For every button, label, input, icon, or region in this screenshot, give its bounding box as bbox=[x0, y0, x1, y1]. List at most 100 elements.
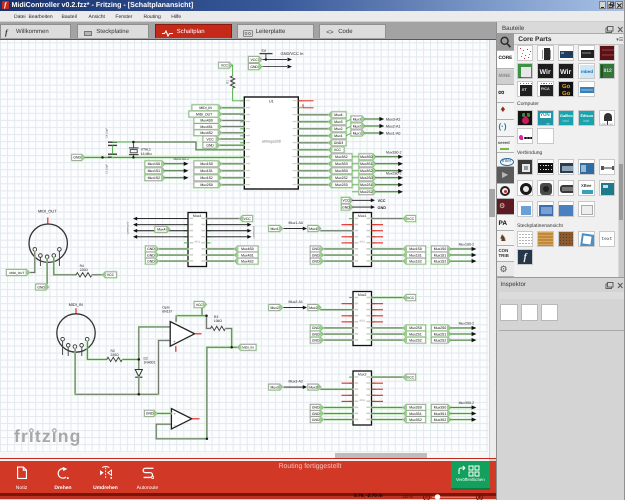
svg-text:Mux1S1: Mux1S1 bbox=[434, 253, 447, 257]
svg-text:Mux1: Mux1 bbox=[309, 227, 317, 231]
svg-text:VCC: VCC bbox=[407, 217, 415, 221]
svg-text:−: − bbox=[174, 424, 176, 428]
svg-text:Mux1S0: Mux1S0 bbox=[148, 162, 161, 166]
svg-text:Mux3-A2: Mux3-A2 bbox=[289, 380, 303, 384]
svg-text:Mux2: Mux2 bbox=[358, 293, 367, 297]
svg-text:GND: GND bbox=[73, 156, 81, 160]
svg-text:MIDI_IN: MIDI_IN bbox=[199, 106, 212, 110]
svg-text:Mux3S0: Mux3S0 bbox=[335, 169, 348, 173]
svg-text:Mux3S0-2: Mux3S0-2 bbox=[386, 150, 402, 154]
svg-text:C1 22pF: C1 22pF bbox=[105, 164, 108, 174]
svg-text:GND: GND bbox=[147, 247, 155, 251]
svg-text:Mux2: Mux2 bbox=[353, 124, 361, 128]
svg-text:Mux3S1: Mux3S1 bbox=[434, 412, 447, 416]
svg-text:GND: GND bbox=[312, 259, 320, 263]
svg-text:Mux2S2: Mux2S2 bbox=[409, 338, 422, 342]
svg-text:VCC: VCC bbox=[407, 296, 415, 300]
svg-text:4051: 4051 bbox=[359, 320, 365, 323]
svg-text:Mux3S2: Mux3S2 bbox=[434, 418, 447, 422]
svg-text:VCC: VCC bbox=[196, 303, 204, 307]
svg-text:Mux1S0-2: Mux1S0-2 bbox=[459, 242, 475, 246]
svg-text:Mux3S0-2: Mux3S0-2 bbox=[459, 401, 475, 405]
svg-text:GND: GND bbox=[312, 338, 320, 342]
svg-text:VCC: VCC bbox=[251, 58, 259, 62]
svg-text:MIDI_OUT: MIDI_OUT bbox=[38, 209, 57, 214]
svg-text:Mux4: Mux4 bbox=[334, 113, 342, 117]
svg-text:Mux3S0: Mux3S0 bbox=[360, 155, 373, 159]
svg-text:Mux4S1: Mux4S1 bbox=[241, 253, 254, 257]
svg-text:Mux1S1: Mux1S1 bbox=[200, 169, 213, 173]
svg-text:GND: GND bbox=[37, 285, 45, 289]
svg-text:Mux2S1: Mux2S1 bbox=[360, 183, 373, 187]
svg-text:GND: GND bbox=[312, 406, 320, 410]
svg-text:atmega328: atmega328 bbox=[262, 140, 281, 144]
svg-text:Mux1S1: Mux1S1 bbox=[148, 169, 161, 173]
svg-text:GND: GND bbox=[312, 418, 320, 422]
svg-text:GND/VCC In: GND/VCC In bbox=[281, 51, 304, 56]
svg-text:U1: U1 bbox=[269, 100, 274, 104]
svg-text:GND: GND bbox=[378, 206, 387, 210]
svg-text:GND: GND bbox=[146, 412, 154, 416]
svg-text:Mux1-A0: Mux1-A0 bbox=[289, 221, 303, 225]
svg-text:GND: GND bbox=[312, 332, 320, 336]
svg-text:Mux2S2: Mux2S2 bbox=[434, 338, 447, 342]
svg-text:Mux2S0: Mux2S0 bbox=[200, 183, 213, 187]
svg-text:connector2: connector2 bbox=[127, 221, 130, 234]
svg-text:R1: R1 bbox=[226, 80, 230, 84]
svg-text:Mux3: Mux3 bbox=[334, 120, 342, 124]
svg-text:Mux1S1: Mux1S1 bbox=[409, 253, 422, 257]
svg-text:Mux2S1: Mux2S1 bbox=[434, 332, 447, 336]
svg-text:Mux4S2: Mux4S2 bbox=[241, 259, 254, 263]
svg-text:Mux3S3: Mux3S3 bbox=[335, 162, 348, 166]
svg-text:Mux2S3: Mux2S3 bbox=[335, 183, 348, 187]
svg-text:VCC: VCC bbox=[221, 63, 229, 67]
svg-text:GND: GND bbox=[206, 143, 214, 147]
svg-text:Mux4S0: Mux4S0 bbox=[200, 119, 213, 123]
svg-text:Mux1S0: Mux1S0 bbox=[434, 247, 447, 251]
svg-text:MIDI_IN: MIDI_IN bbox=[69, 302, 83, 307]
svg-text:6N137: 6N137 bbox=[162, 310, 172, 314]
svg-text:Mux2S0: Mux2S0 bbox=[360, 176, 373, 180]
svg-text:+: + bbox=[174, 412, 176, 416]
svg-text:Mux2-A1: Mux2-A1 bbox=[386, 124, 400, 128]
svg-text:Mux1S2: Mux1S2 bbox=[409, 259, 422, 263]
svg-text:Mux4S2: Mux4S2 bbox=[200, 131, 213, 135]
svg-text:Mux2: Mux2 bbox=[309, 306, 317, 310]
svg-text:Mux3S1: Mux3S1 bbox=[409, 412, 422, 416]
svg-text:220Ω: 220Ω bbox=[80, 268, 89, 272]
svg-text:Mux3: Mux3 bbox=[358, 372, 367, 376]
svg-text:MIDI_OUT: MIDI_OUT bbox=[9, 271, 24, 275]
svg-text:Mux1S2: Mux1S2 bbox=[148, 176, 161, 180]
svg-text:VCC: VCC bbox=[334, 148, 342, 152]
svg-text:GND: GND bbox=[312, 253, 320, 257]
svg-text:Mux4: Mux4 bbox=[157, 228, 165, 232]
svg-text:10kΩ: 10kΩ bbox=[214, 319, 222, 323]
svg-text:Mux3: Mux3 bbox=[309, 385, 317, 389]
svg-text:Mux3S2: Mux3S2 bbox=[409, 418, 422, 422]
svg-text:1N4001: 1N4001 bbox=[144, 361, 156, 365]
svg-text:GND: GND bbox=[147, 253, 155, 257]
svg-text:GND: GND bbox=[312, 247, 320, 251]
svg-text:220Ω: 220Ω bbox=[111, 353, 120, 357]
svg-text:VCC: VCC bbox=[378, 199, 386, 203]
svg-text:Mux4: Mux4 bbox=[193, 214, 202, 218]
svg-text:VCC: VCC bbox=[407, 375, 415, 379]
svg-text:Mux2: Mux2 bbox=[334, 127, 342, 131]
svg-text:GND3: GND3 bbox=[334, 141, 344, 145]
svg-text:Mux2S1: Mux2S1 bbox=[409, 332, 422, 336]
svg-text:Mux3S0: Mux3S0 bbox=[434, 406, 447, 410]
svg-text:Mux3S0: Mux3S0 bbox=[409, 406, 422, 410]
svg-text:Mux2S2: Mux2S2 bbox=[335, 176, 348, 180]
svg-text:Mux3: Mux3 bbox=[353, 117, 361, 121]
svg-text:Mux2: Mux2 bbox=[271, 306, 279, 310]
svg-text:MIDI_OUT: MIDI_OUT bbox=[196, 112, 212, 116]
svg-text:MIDI_IN: MIDI_IN bbox=[242, 346, 253, 350]
svg-text:VCC: VCC bbox=[244, 217, 252, 221]
svg-text:VCC: VCC bbox=[107, 273, 115, 277]
svg-text:GND: GND bbox=[312, 412, 320, 416]
svg-text:Mux1S2: Mux1S2 bbox=[434, 259, 447, 263]
svg-text:Mux1: Mux1 bbox=[271, 227, 279, 231]
svg-text:+: + bbox=[173, 339, 175, 343]
svg-text:Mux2-A1: Mux2-A1 bbox=[289, 300, 303, 304]
svg-text:4051: 4051 bbox=[194, 241, 200, 244]
